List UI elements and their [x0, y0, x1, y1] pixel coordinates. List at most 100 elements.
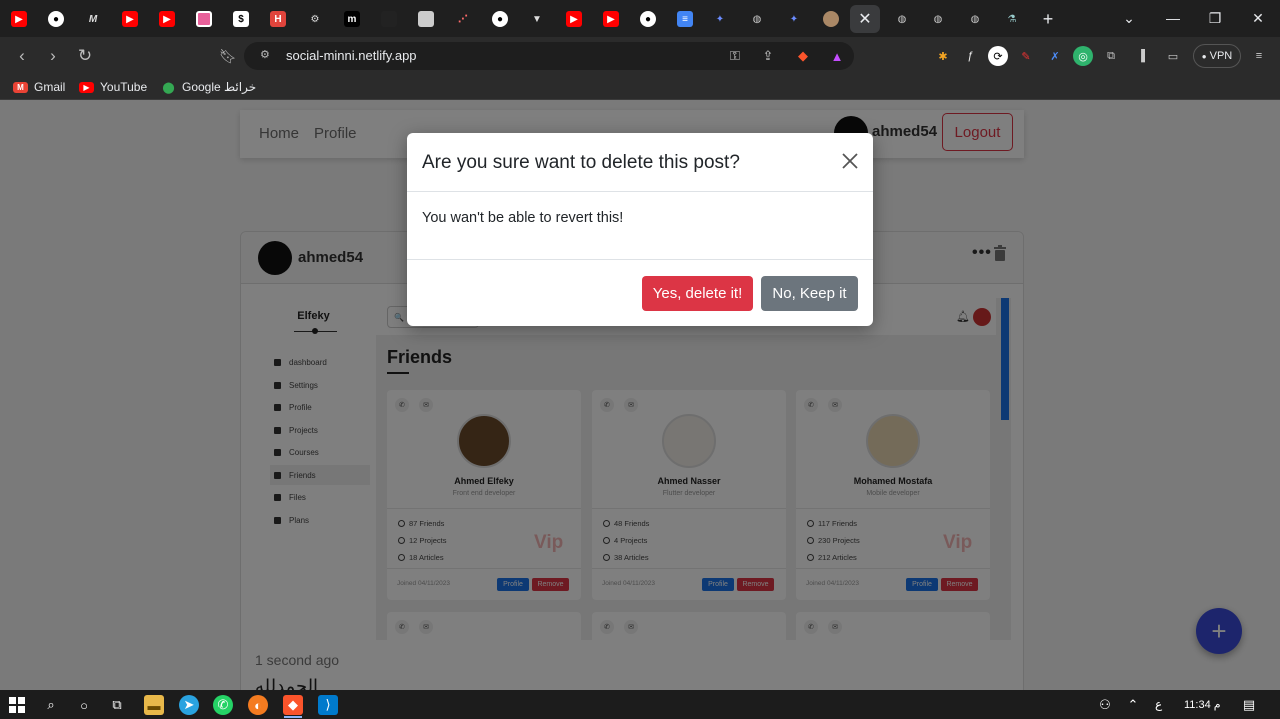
key-icon[interactable]: ⚿ [726, 47, 744, 65]
tab-notion[interactable]: $ [226, 5, 256, 33]
tab-youtube-2[interactable]: ▶ [115, 5, 145, 33]
close-icon[interactable]: ✕ [857, 11, 873, 28]
youtube-icon: ▶ [122, 11, 138, 27]
browser-toolbar: ‹ › ↻ 🔖︎ ⚙ social-minni.netlify.app ⚿ ⇪ … [0, 37, 1280, 75]
youtube-icon: ▶ [11, 11, 27, 27]
tab-flask[interactable]: ⚗ [997, 5, 1027, 33]
keep-post-button[interactable]: No, Keep it [761, 276, 858, 311]
tab-docs[interactable]: ≡ [670, 5, 700, 33]
tab-vercel[interactable]: ▼ [522, 5, 552, 33]
tab-medium[interactable]: M [78, 5, 108, 33]
wand-icon: ✦ [715, 13, 725, 25]
modal-title: Are you sure want to delete this post? [422, 152, 740, 173]
menu-icon[interactable]: ≡ [1249, 46, 1269, 66]
bookmark-maps[interactable]: ⬤ Google خرائط [161, 80, 256, 94]
back-button[interactable]: ‹ [11, 45, 33, 67]
extensions-puzzle-icon[interactable]: ⧉ [1101, 46, 1121, 66]
minimize-icon: — [1166, 10, 1180, 26]
tab-youtube-3[interactable]: ▶ [152, 5, 182, 33]
tab-chatgpt[interactable]: ⚙ [300, 5, 330, 33]
tab-h[interactable]: H [263, 5, 293, 33]
extension-green-icon[interactable]: ◎ [1073, 46, 1093, 66]
flask-icon: ⚗ [1007, 13, 1017, 25]
modal-close-button[interactable] [838, 149, 862, 173]
modal-header: Are you sure want to delete this post? [407, 133, 873, 192]
file-explorer-icon[interactable]: ▬ [144, 695, 164, 715]
tab-github[interactable]: ● [41, 5, 71, 33]
tab-github-3[interactable]: ● [633, 5, 663, 33]
modal-body: You wan't be able to revert this! [422, 210, 624, 226]
vpn-label: VPN [1209, 50, 1233, 62]
restore-button[interactable]: ❐ [1203, 6, 1227, 30]
extension-pen-icon[interactable]: ✎ [1016, 46, 1036, 66]
tab-github-2[interactable]: ● [485, 5, 515, 33]
tab-globe[interactable]: ◍ [742, 5, 772, 33]
wallet-icon[interactable]: ▭ [1163, 46, 1183, 66]
tab-gray[interactable] [411, 5, 441, 33]
notifications-icon[interactable]: ▤ [1239, 695, 1259, 715]
delete-confirm-modal: Are you sure want to delete this post? Y… [407, 133, 873, 326]
people-icon[interactable]: ⚇ [1095, 695, 1115, 715]
tab-globe-3[interactable]: ◍ [923, 5, 953, 33]
tab-wand-2[interactable]: ✦ [779, 5, 809, 33]
whatsapp-icon[interactable]: ✆ [213, 695, 233, 715]
tab-globe-2[interactable]: ◍ [887, 5, 917, 33]
tab-youtube-5[interactable]: ▶ [596, 5, 626, 33]
extension-translate-icon[interactable]: ✗ [1045, 46, 1065, 66]
clock[interactable]: 11:34 م [1184, 698, 1221, 711]
tab-dark[interactable] [374, 5, 404, 33]
tab-avatar[interactable] [816, 5, 846, 33]
bookmark-button[interactable]: 🔖︎ [217, 45, 239, 67]
address-bar[interactable]: ⚙ social-minni.netlify.app ⚿ ⇪ ◆ ▲ [244, 42, 854, 70]
bookmark-youtube[interactable]: ▶ YouTube [79, 80, 147, 94]
new-tab-button[interactable]: + [1033, 5, 1063, 33]
bookmark-gmail[interactable]: M Gmail [13, 80, 65, 94]
windows-start-icon[interactable] [7, 695, 27, 715]
tab-wand[interactable]: ✦ [705, 5, 735, 33]
tab-dots[interactable]: ⋰ [448, 5, 478, 33]
extension-sync-icon[interactable]: ⟳ [988, 46, 1008, 66]
task-view-icon[interactable]: ⧉ [107, 695, 127, 715]
extension-bug-icon[interactable]: ✱ [933, 46, 953, 66]
windows-logo-icon [9, 697, 25, 713]
search-icon[interactable]: ⌕ [41, 695, 61, 715]
close-icon [842, 153, 858, 169]
site-info-icon[interactable]: ⚙ [260, 48, 274, 62]
globe-icon: ◍ [897, 13, 907, 25]
vercel-icon: ▼ [532, 13, 542, 25]
cortana-icon[interactable]: ○ [74, 695, 94, 715]
vscode-icon[interactable]: ⟩ [318, 695, 338, 715]
web-page: Home Profile ahmed54 Logout ahmed54 ••• … [0, 100, 1280, 690]
share-icon[interactable]: ⇪ [759, 47, 777, 65]
reload-icon: ↻ [77, 46, 93, 65]
forward-button[interactable]: › [42, 45, 64, 67]
chatgpt-icon: ⚙ [310, 13, 320, 25]
tab-m[interactable]: m [337, 5, 367, 33]
tray-chevron-up-icon[interactable]: ⌃ [1123, 695, 1143, 715]
bookmark-label: YouTube [100, 80, 148, 94]
github-icon: ● [640, 11, 656, 27]
bookmark-label: Gmail [34, 80, 66, 94]
sidebar-toggle-icon[interactable]: ▐ [1131, 46, 1151, 66]
reload-button[interactable]: ↻ [74, 45, 96, 67]
tab-search-button[interactable]: ⌄ [1117, 6, 1141, 30]
brave-rewards-icon[interactable]: ▲ [828, 47, 846, 65]
url-text[interactable]: social-minni.netlify.app [286, 48, 417, 63]
app-orange-icon[interactable]: ◐ [248, 695, 268, 715]
tab-youtube-4[interactable]: ▶ [559, 5, 589, 33]
telegram-icon[interactable]: ➤ [179, 695, 199, 715]
minimize-button[interactable]: — [1161, 6, 1185, 30]
extension-fx-icon[interactable]: ƒ [960, 46, 980, 66]
tab-globe-4[interactable]: ◍ [960, 5, 990, 33]
brave-icon[interactable]: ◆ [283, 695, 303, 715]
tab-pink[interactable] [189, 5, 219, 33]
tab-youtube[interactable]: ▶ [4, 5, 34, 33]
wand-icon: ✦ [789, 13, 799, 25]
close-window-button[interactable]: ✕ [1246, 6, 1270, 30]
tab-active[interactable]: ✕ [850, 5, 880, 33]
brave-shield-icon[interactable]: ◆ [794, 47, 812, 65]
vpn-button[interactable]: ● VPN [1193, 44, 1241, 68]
bookmarks-bar: M Gmail ▶ YouTube ⬤ Google خرائط [0, 75, 1280, 100]
confirm-delete-button[interactable]: Yes, delete it! [642, 276, 753, 311]
language-indicator[interactable]: ع [1155, 697, 1162, 711]
